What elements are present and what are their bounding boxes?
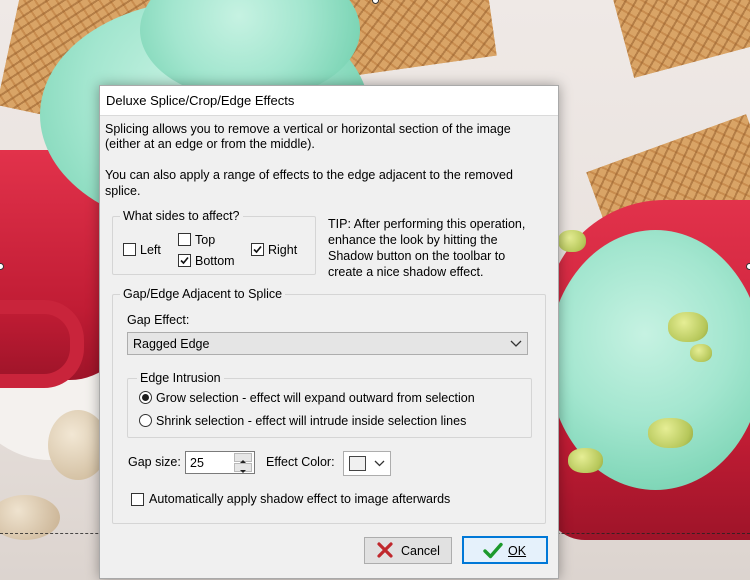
ok-button[interactable]: OK bbox=[462, 536, 548, 564]
cancel-button[interactable]: Cancel bbox=[364, 537, 452, 564]
ok-button-label: OK bbox=[508, 544, 527, 558]
intro-text-line2: (either at an edge or from the middle). bbox=[105, 137, 315, 151]
tip-line2: enhance the look by hitting the bbox=[328, 233, 498, 247]
tip-line3: Shadow button on the toolbar to bbox=[328, 249, 506, 263]
color-swatch bbox=[349, 456, 366, 471]
grow-selection-label: Grow selection - effect will expand outw… bbox=[156, 391, 475, 405]
grow-selection-radio[interactable] bbox=[139, 391, 152, 404]
stepper-up-button[interactable] bbox=[234, 453, 252, 463]
checkmark-icon bbox=[253, 245, 262, 254]
right-checkbox-label: Right bbox=[268, 243, 298, 257]
arrow-down-icon bbox=[240, 470, 246, 473]
left-checkbox-label: Left bbox=[140, 243, 161, 257]
shrink-selection-radio[interactable] bbox=[139, 414, 152, 427]
cancel-button-label: Cancel bbox=[401, 544, 440, 558]
bottom-checkbox[interactable] bbox=[178, 254, 191, 267]
sides-legend: What sides to affect? bbox=[120, 209, 243, 224]
x-mark-icon bbox=[377, 542, 393, 558]
effect-color-picker[interactable] bbox=[343, 451, 391, 476]
stepper-down-button[interactable] bbox=[234, 463, 252, 473]
top-checkbox[interactable] bbox=[178, 233, 191, 246]
gap-effect-value: Ragged Edge bbox=[133, 337, 210, 351]
top-checkbox-label: Top bbox=[195, 233, 216, 247]
selection-handle-right[interactable] bbox=[746, 263, 750, 270]
checkmark-icon bbox=[483, 542, 503, 559]
gap-size-label: Gap size: bbox=[128, 455, 181, 469]
gap-edge-legend: Gap/Edge Adjacent to Splice bbox=[120, 287, 286, 302]
tip-line4: create a nice shadow effect. bbox=[328, 265, 484, 279]
tip-line1: TIP: After performing this operation, bbox=[328, 217, 526, 231]
effect-color-label: Effect Color: bbox=[266, 455, 335, 469]
chevron-down-icon bbox=[510, 340, 522, 347]
gap-effect-label: Gap Effect: bbox=[127, 313, 190, 327]
gap-effect-select[interactable]: Ragged Edge bbox=[127, 332, 528, 355]
intro-text-line1: Splicing allows you to remove a vertical… bbox=[105, 122, 511, 136]
bottom-checkbox-label: Bottom bbox=[195, 254, 235, 268]
splice-crop-edge-dialog: Deluxe Splice/Crop/Edge Effects Splicing… bbox=[99, 85, 559, 579]
edge-intrusion-group bbox=[127, 378, 532, 438]
intro-text-line4: splice. bbox=[105, 184, 141, 198]
checkmark-icon bbox=[180, 256, 189, 265]
dialog-title-bar[interactable]: Deluxe Splice/Crop/Edge Effects bbox=[100, 86, 558, 116]
right-checkbox[interactable] bbox=[251, 243, 264, 256]
intro-text-line3: You can also apply a range of effects to… bbox=[105, 168, 513, 182]
chevron-down-icon bbox=[374, 460, 385, 467]
left-checkbox[interactable] bbox=[123, 243, 136, 256]
shrink-selection-label: Shrink selection - effect will intrude i… bbox=[156, 414, 467, 428]
gap-size-value: 25 bbox=[190, 456, 204, 470]
auto-shadow-label: Automatically apply shadow effect to ima… bbox=[149, 492, 451, 506]
dialog-title: Deluxe Splice/Crop/Edge Effects bbox=[106, 93, 295, 108]
auto-shadow-checkbox[interactable] bbox=[131, 493, 144, 506]
waffle-cone-right bbox=[610, 0, 750, 78]
edge-intrusion-legend: Edge Intrusion bbox=[137, 371, 224, 386]
gap-size-stepper[interactable]: 25 bbox=[185, 451, 255, 474]
